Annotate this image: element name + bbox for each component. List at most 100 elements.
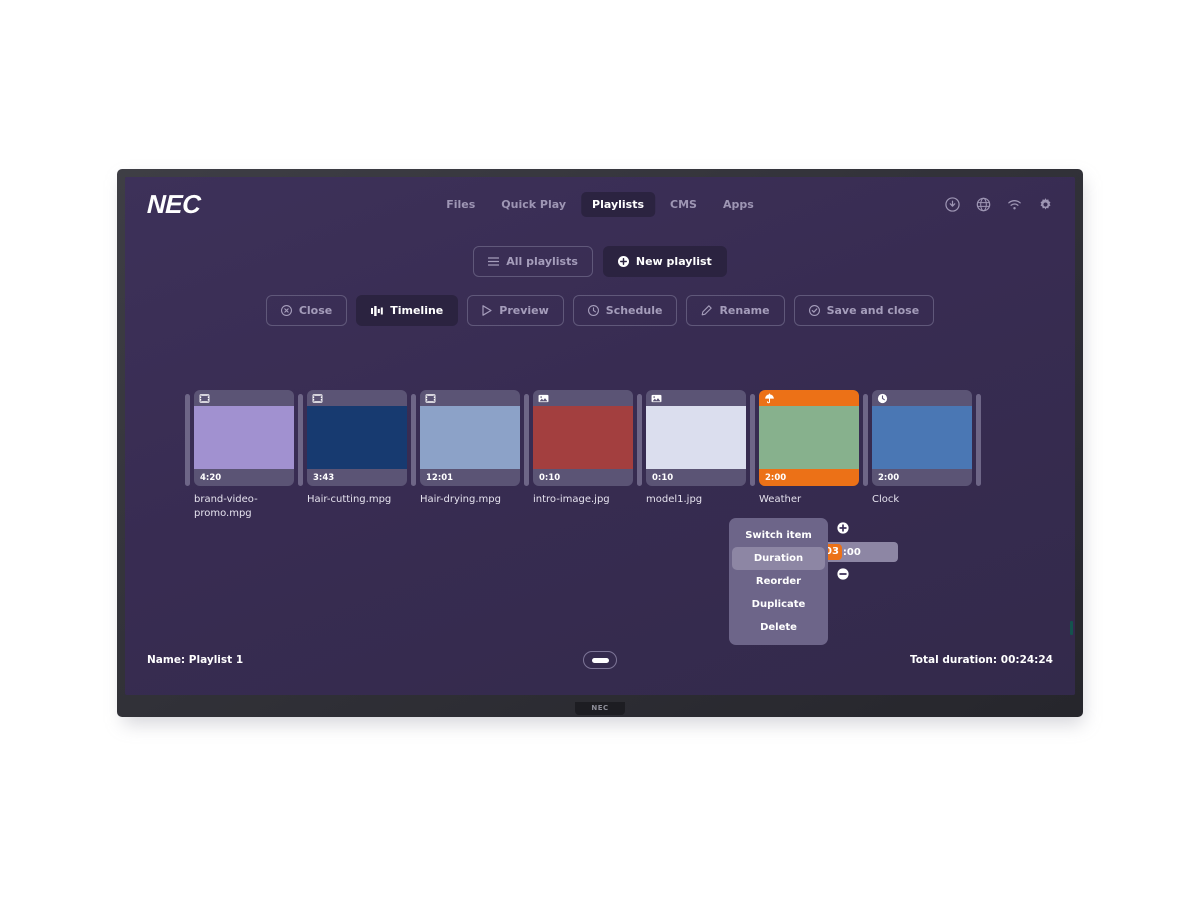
minus-circle-icon[interactable] bbox=[837, 568, 849, 580]
close-label: Close bbox=[298, 304, 333, 317]
all-playlists-button[interactable]: All playlists bbox=[473, 246, 593, 277]
playlist-timeline: 4:20 brand-video-promo.mpg 3:43 Hair-cut… bbox=[181, 390, 1075, 520]
check-circle-icon bbox=[808, 305, 820, 316]
timeline-drag-handle[interactable] bbox=[298, 394, 303, 486]
timeline-item-tile[interactable]: 0:10 bbox=[533, 390, 633, 486]
timeline-item[interactable]: 2:00 Clock bbox=[872, 390, 972, 507]
timeline-item-duration: 2:00 bbox=[765, 472, 787, 483]
timeline-item-header bbox=[646, 390, 746, 406]
timeline-item-header bbox=[420, 390, 520, 406]
timeline-drag-handle[interactable] bbox=[863, 394, 868, 486]
timeline-item-name: brand-video-promo.mpg bbox=[194, 494, 258, 519]
timeline-item-name: Weather bbox=[759, 494, 802, 505]
nav-item-apps[interactable]: Apps bbox=[712, 192, 765, 217]
close-button[interactable]: Close bbox=[265, 295, 348, 326]
timeline-label: Timeline bbox=[390, 304, 444, 317]
nec-display-monitor: NEC Files Quick Play Playlists CMS Apps bbox=[117, 169, 1083, 724]
umbrella-icon bbox=[764, 393, 775, 404]
clock-icon bbox=[587, 305, 599, 316]
clock-filled-icon bbox=[877, 393, 888, 404]
plus-circle-icon[interactable] bbox=[837, 522, 849, 534]
image-icon bbox=[538, 393, 549, 404]
app-footer: Name: Playlist 1 Total duration: 00:24:2… bbox=[125, 647, 1075, 673]
film-icon bbox=[425, 393, 436, 404]
timeline-item-thumbnail bbox=[307, 406, 407, 469]
timeline-item[interactable]: 0:10 intro-image.jpg bbox=[533, 390, 633, 507]
power-led-indicator bbox=[1070, 621, 1073, 635]
globe-icon[interactable] bbox=[976, 197, 991, 212]
playlist-name-label: Name: Playlist 1 bbox=[147, 654, 244, 666]
context-menu-duration[interactable]: Duration bbox=[732, 547, 825, 570]
timeline-button[interactable]: Timeline bbox=[356, 295, 459, 326]
timeline-item-tile[interactable]: 4:20 bbox=[194, 390, 294, 486]
timeline-item-tile[interactable]: 2:00 bbox=[872, 390, 972, 486]
timeline-item-tile[interactable]: 0:10 bbox=[646, 390, 746, 486]
timeline-item[interactable]: 4:20 brand-video-promo.mpg bbox=[194, 390, 294, 520]
wifi-icon[interactable] bbox=[1007, 197, 1022, 212]
image-icon bbox=[651, 393, 662, 404]
new-playlist-label: New playlist bbox=[635, 255, 712, 268]
timeline-item-tile[interactable]: 3:43 bbox=[307, 390, 407, 486]
timeline-drag-handle[interactable] bbox=[411, 394, 416, 486]
timeline-drag-handle[interactable] bbox=[185, 394, 190, 486]
timeline-item-duration: 4:20 bbox=[200, 472, 222, 483]
context-menu-switch-item[interactable]: Switch item bbox=[729, 524, 828, 547]
nav-item-playlists[interactable]: Playlists bbox=[581, 191, 656, 217]
app-header: NEC Files Quick Play Playlists CMS Apps bbox=[125, 177, 1075, 231]
preview-button[interactable]: Preview bbox=[467, 295, 564, 326]
rename-label: Rename bbox=[719, 304, 770, 317]
nav-item-files[interactable]: Files bbox=[435, 192, 486, 217]
item-context-menu: Switch item Duration Reorder Duplicate D… bbox=[729, 518, 828, 645]
schedule-button[interactable]: Schedule bbox=[572, 295, 678, 326]
timeline-item-tile[interactable]: 12:01 bbox=[420, 390, 520, 486]
save-and-close-button[interactable]: Save and close bbox=[793, 295, 935, 326]
save-and-close-label: Save and close bbox=[826, 304, 920, 317]
timeline-item[interactable]: 0:10 model1.jpg bbox=[646, 390, 746, 507]
timeline-item-selected[interactable]: 2:00 Weather bbox=[759, 390, 859, 507]
timeline-item-tile[interactable]: 2:00 bbox=[759, 390, 859, 486]
close-circle-icon bbox=[280, 305, 292, 316]
nav-item-cms[interactable]: CMS bbox=[659, 192, 708, 217]
duration-stepper: 03 :00 bbox=[821, 518, 899, 588]
schedule-label: Schedule bbox=[605, 304, 663, 317]
timeline-drag-handle[interactable] bbox=[524, 394, 529, 486]
timeline-drag-handle[interactable] bbox=[750, 394, 755, 486]
header-icon-group bbox=[945, 196, 1053, 212]
nav-item-quick-play[interactable]: Quick Play bbox=[490, 192, 577, 217]
gear-icon[interactable] bbox=[1038, 197, 1053, 212]
monitor-screen-area: NEC Files Quick Play Playlists CMS Apps bbox=[125, 177, 1075, 695]
timeline-item-duration: 2:00 bbox=[878, 472, 900, 483]
timeline-item-header bbox=[759, 390, 859, 406]
timeline-drag-handle[interactable] bbox=[976, 394, 981, 486]
timeline-item[interactable]: 12:01 Hair-drying.mpg bbox=[420, 390, 520, 507]
context-menu-duplicate[interactable]: Duplicate bbox=[729, 593, 828, 616]
home-pill-button[interactable] bbox=[583, 651, 617, 669]
nec-brand-logo: NEC bbox=[146, 188, 201, 219]
main-navigation: Files Quick Play Playlists CMS Apps bbox=[435, 191, 765, 217]
bezel-nec-logo: NEC bbox=[575, 702, 625, 715]
all-playlists-label: All playlists bbox=[506, 255, 578, 268]
new-playlist-button[interactable]: New playlist bbox=[602, 246, 727, 277]
timeline-item[interactable]: 3:43 Hair-cutting.mpg bbox=[307, 390, 407, 507]
timeline-icon bbox=[371, 305, 384, 316]
timeline-item-duration: 0:10 bbox=[539, 472, 561, 483]
duration-seconds-value[interactable]: :00 bbox=[842, 547, 861, 558]
download-icon[interactable] bbox=[945, 196, 960, 212]
timeline-item-thumbnail bbox=[420, 406, 520, 469]
timeline-item-duration: 3:43 bbox=[313, 472, 335, 483]
timeline-item-duration: 12:01 bbox=[426, 472, 454, 483]
play-icon bbox=[482, 305, 492, 316]
app-screen: NEC Files Quick Play Playlists CMS Apps bbox=[125, 177, 1075, 695]
plus-circle-icon bbox=[617, 256, 629, 267]
timeline-item-header bbox=[307, 390, 407, 406]
pencil-icon bbox=[701, 305, 713, 316]
home-pill-indicator bbox=[591, 657, 609, 663]
context-menu-reorder[interactable]: Reorder bbox=[729, 570, 828, 593]
playlist-toolbar-primary: All playlists New playlist bbox=[125, 246, 1075, 277]
item-context-menu-area: Switch item Duration Reorder Duplicate D… bbox=[729, 518, 898, 645]
timeline-drag-handle[interactable] bbox=[637, 394, 642, 486]
duration-value-field[interactable]: 03 :00 bbox=[821, 542, 898, 562]
rename-button[interactable]: Rename bbox=[686, 295, 785, 326]
context-menu-delete[interactable]: Delete bbox=[729, 616, 828, 639]
timeline-item-thumbnail bbox=[533, 406, 633, 469]
